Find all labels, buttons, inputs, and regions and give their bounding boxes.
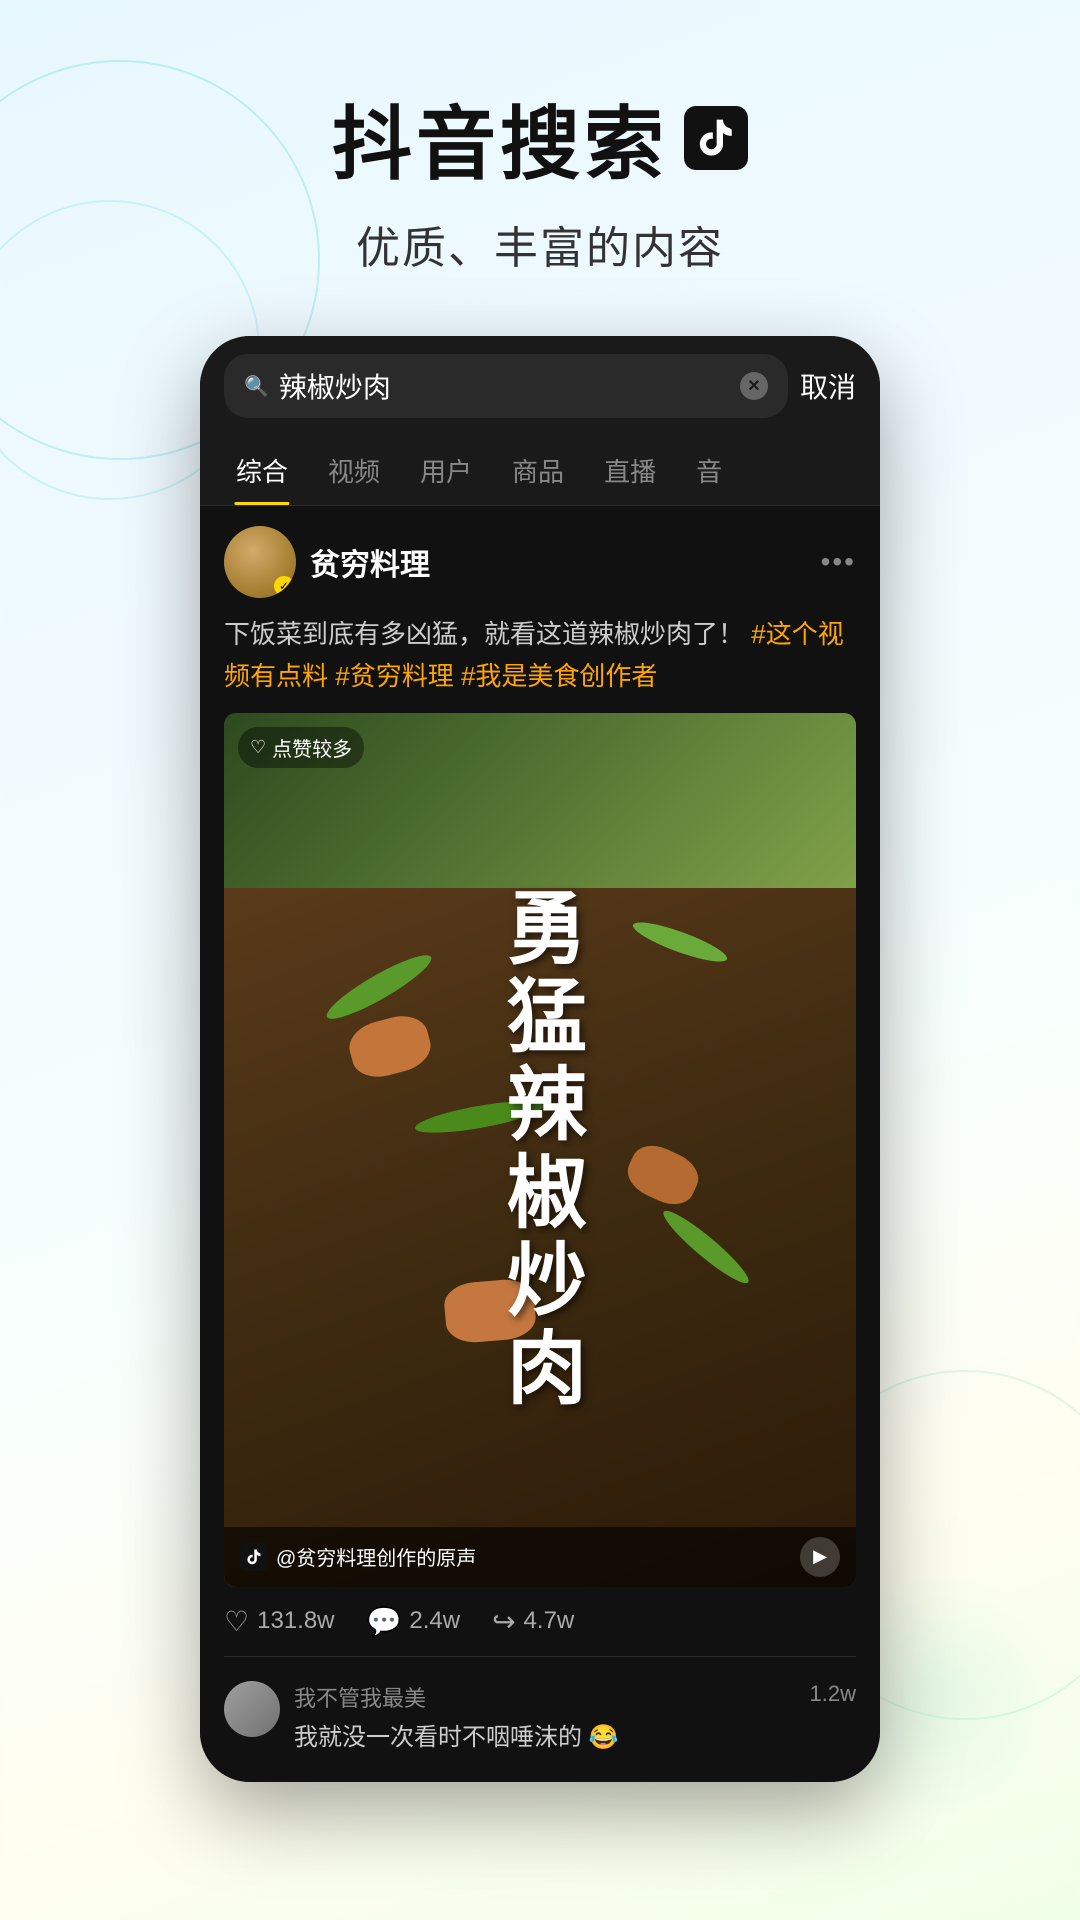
search-results-content: ✓ 贫穷料理 ••• 下饭菜到底有多凶猛，就看这道辣椒炒肉了！ #这个视频有点料… <box>200 506 880 1782</box>
search-input-area[interactable]: 🔍 辣椒炒肉 ✕ <box>224 354 788 418</box>
video-thumbnail[interactable]: 勇猛辣椒炒肉 ♡ 点赞较多 @贫穷 <box>224 713 856 1587</box>
tiktok-logo-icon <box>684 106 748 170</box>
search-bar: 🔍 辣椒炒肉 ✕ 取消 <box>200 336 880 436</box>
audio-text: @贫穷料理创作的原声 <box>276 1542 476 1571</box>
comment-text: 我就没一次看时不咽唾沫的 😂 <box>294 1717 796 1752</box>
tab-user[interactable]: 用户 <box>400 436 492 505</box>
video-background: 勇猛辣椒炒肉 <box>224 713 856 1587</box>
main-title: 抖音搜索 <box>0 80 1080 196</box>
play-button[interactable]: ▶ <box>800 1537 840 1577</box>
comment-engagement-icon: 💬 <box>367 1605 402 1638</box>
share-engagement-icon: ↪ <box>492 1605 515 1638</box>
video-title-text: 勇猛辣椒炒肉 <box>496 886 584 1414</box>
shares-count[interactable]: ↪ 4.7w <box>492 1605 574 1638</box>
search-tabs: 综合 视频 用户 商品 直播 音 <box>200 436 880 506</box>
likes-count[interactable]: ♡ 131.8w <box>224 1605 335 1638</box>
tiktok-svg <box>694 116 738 160</box>
tab-live[interactable]: 直播 <box>584 436 676 505</box>
comment-content: 我不管我最美 我就没一次看时不咽唾沫的 😂 <box>294 1681 796 1752</box>
search-cancel-button[interactable]: 取消 <box>800 366 856 406</box>
likes-badge-text: 点赞较多 <box>272 733 352 762</box>
author-name[interactable]: 贫穷料理 <box>310 540 430 584</box>
video-text-overlay: 勇猛辣椒炒肉 <box>224 713 856 1587</box>
tab-video[interactable]: 视频 <box>308 436 400 505</box>
author-info: ✓ 贫穷料理 <box>224 526 430 598</box>
hashtag-3[interactable]: #我是美食创作者 <box>461 661 657 691</box>
likes-badge: ♡ 点赞较多 <box>238 727 364 768</box>
tiktok-small-icon <box>240 1543 268 1571</box>
comment-like-count: 1.2w <box>810 1681 856 1707</box>
comment-item: 我不管我最美 我就没一次看时不咽唾沫的 😂 1.2w <box>224 1671 856 1762</box>
more-options-icon[interactable]: ••• <box>821 546 856 578</box>
subtitle: 优质、丰富的内容 <box>0 212 1080 276</box>
heart-icon: ♡ <box>250 737 266 758</box>
comment-avatar <box>224 1681 280 1737</box>
comments-section: 我不管我最美 我就没一次看时不咽唾沫的 😂 1.2w <box>224 1657 856 1762</box>
comment-username[interactable]: 我不管我最美 <box>294 1681 796 1713</box>
tab-comprehensive[interactable]: 综合 <box>216 436 308 505</box>
header: 抖音搜索 优质、丰富的内容 <box>0 0 1080 316</box>
comments-count[interactable]: 💬 2.4w <box>367 1605 461 1638</box>
verified-badge: ✓ <box>274 576 294 596</box>
tab-product[interactable]: 商品 <box>492 436 584 505</box>
hashtag-2[interactable]: #贫穷料理 <box>335 661 453 691</box>
post-description: 下饭菜到底有多凶猛，就看这道辣椒炒肉了！ #这个视频有点料 #贫穷料理 #我是美… <box>224 614 856 697</box>
search-clear-button[interactable]: ✕ <box>740 372 768 400</box>
phone-mockup-container: 🔍 辣椒炒肉 ✕ 取消 综合 视频 用户 商品 直播 音 <box>0 336 1080 1782</box>
phone-mockup: 🔍 辣椒炒肉 ✕ 取消 综合 视频 用户 商品 直播 音 <box>200 336 880 1782</box>
search-query: 辣椒炒肉 <box>279 366 730 406</box>
author-avatar: ✓ <box>224 526 296 598</box>
post-header: ✓ 贫穷料理 ••• <box>224 526 856 598</box>
tab-audio[interactable]: 音 <box>676 436 742 505</box>
audio-left: @贫穷料理创作的原声 <box>240 1542 476 1571</box>
engagement-bar: ♡ 131.8w 💬 2.4w ↪ 4.7w <box>224 1587 856 1657</box>
heart-engagement-icon: ♡ <box>224 1605 249 1638</box>
audio-bar: @贫穷料理创作的原声 ▶ <box>224 1527 856 1587</box>
search-icon: 🔍 <box>244 374 269 399</box>
